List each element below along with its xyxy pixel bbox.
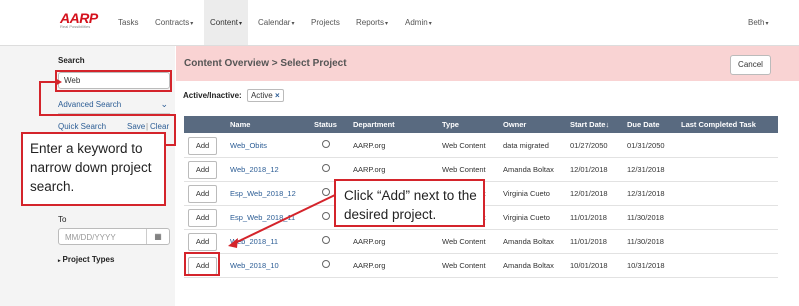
add-button-highlight [184, 252, 220, 276]
callout-arrows [39, 78, 336, 248]
add-callout: Click “Add” next to the desired project. [334, 179, 485, 227]
